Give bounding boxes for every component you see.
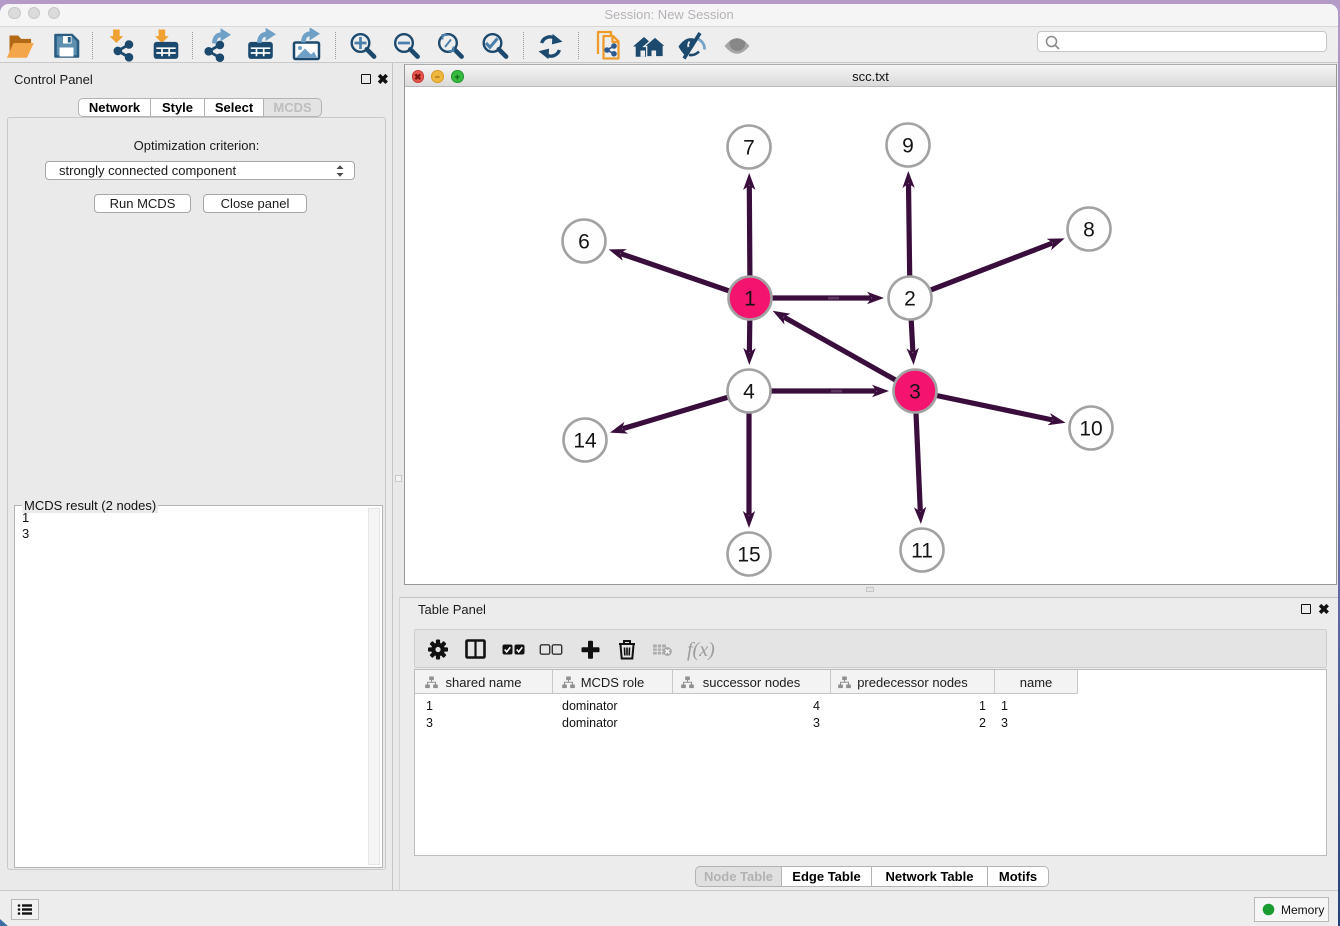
svg-text:2: 2 (904, 288, 916, 311)
svg-text:3: 3 (909, 381, 921, 404)
svg-text:7: 7 (743, 137, 755, 160)
svg-text:4: 4 (743, 381, 755, 404)
svg-text:10: 10 (1079, 418, 1102, 441)
svg-text:f(x): f(x) (687, 639, 715, 661)
svg-text:11: 11 (911, 540, 933, 563)
svg-text:8: 8 (1083, 219, 1095, 242)
svg-text:Memory: Memory (1281, 903, 1324, 917)
svg-text:9: 9 (902, 135, 914, 158)
svg-text:1: 1 (744, 288, 756, 311)
svg-text:14: 14 (573, 430, 597, 453)
svg-text:6: 6 (578, 231, 590, 254)
svg-text:15: 15 (737, 544, 760, 567)
